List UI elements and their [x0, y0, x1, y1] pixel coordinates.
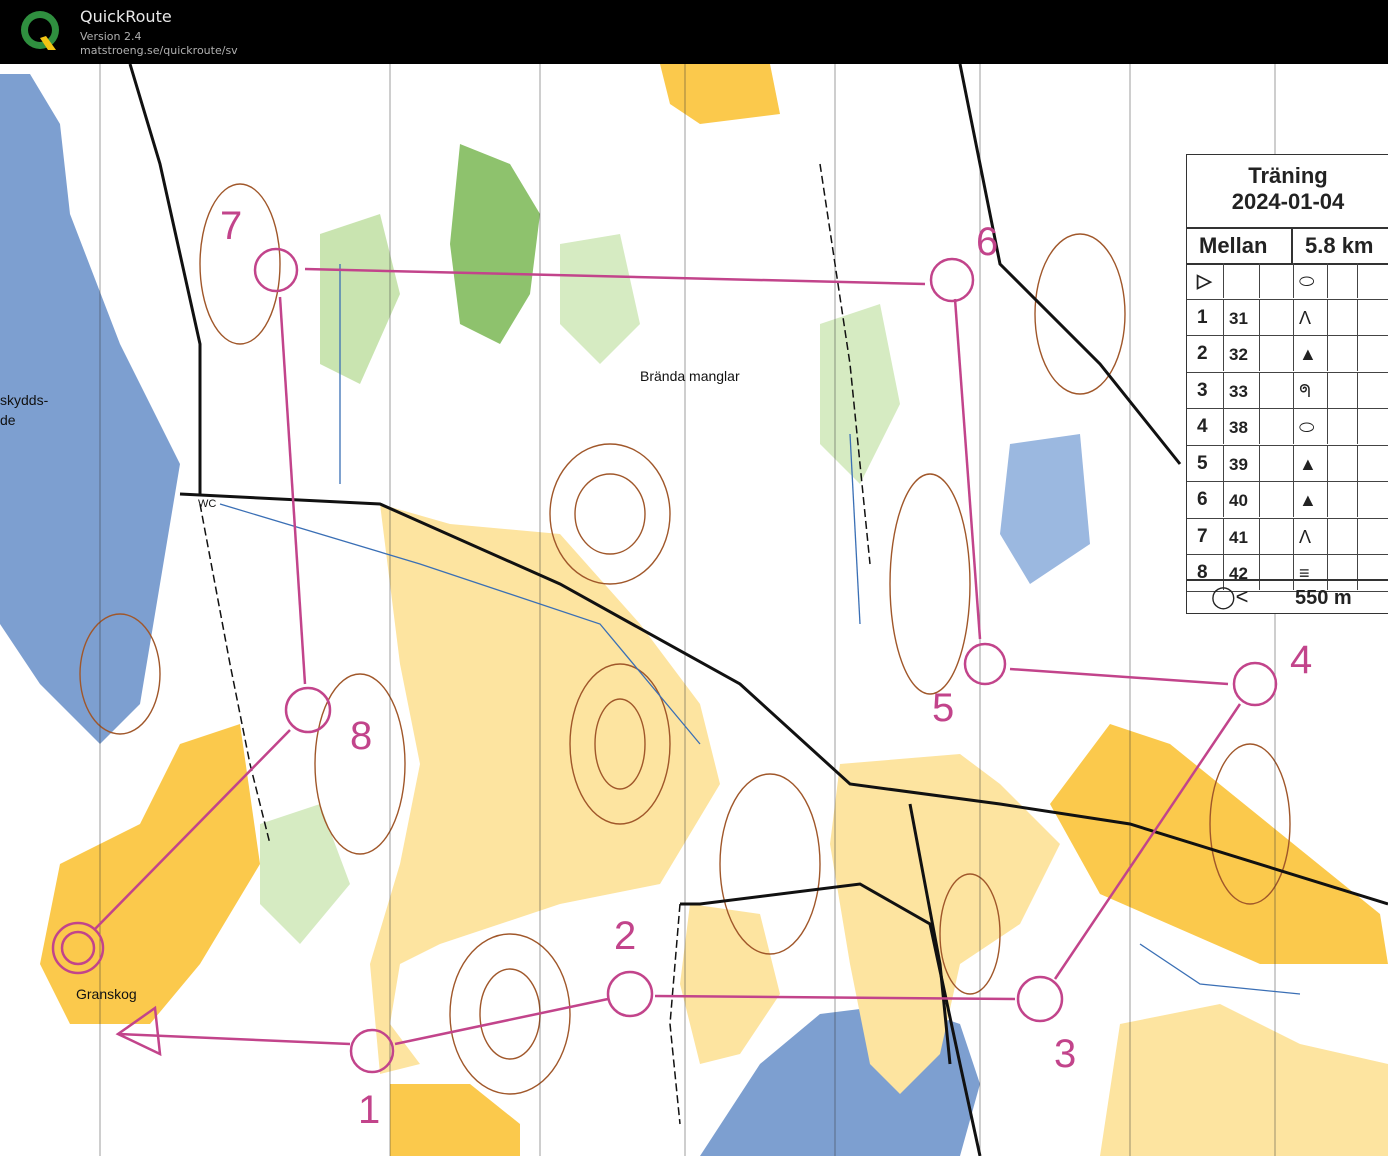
start-icon: ▷ — [1197, 271, 1212, 292]
control-circle-5 — [963, 642, 1007, 686]
legend-row-num: 4 — [1197, 416, 1208, 437]
legend-row-code: 38 — [1229, 418, 1248, 437]
green-area-3 — [560, 234, 640, 364]
rough-open-1 — [370, 504, 720, 1074]
legend-row: 6 40 ▲ — [1187, 482, 1388, 519]
path-2 — [669, 903, 681, 1125]
legend-row-num: 5 — [1197, 452, 1208, 474]
place-label-brända-manglar: Brända manglar — [640, 368, 740, 384]
control-number-7: 7 — [220, 204, 243, 248]
legend-row: 2 32 ▲ — [1187, 336, 1388, 373]
contour-12 — [889, 473, 971, 695]
app-title: QuickRoute — [80, 7, 172, 26]
legend-row: 3 33 ᖗ — [1187, 372, 1388, 409]
legend-row-num: 3 — [1197, 379, 1208, 401]
legend-class-row: Mellan 5.8 km — [1187, 227, 1388, 265]
place-label-granskog: Granskog — [76, 986, 137, 1002]
legend-row: 4 38 ⬭ — [1187, 409, 1388, 446]
knoll-icon: ⬭ — [1299, 417, 1315, 437]
control-number-1: 1 — [358, 1088, 381, 1132]
start-feature-icon: ⬭ — [1299, 271, 1315, 291]
boulder-icon: ▲ — [1299, 490, 1317, 510]
legend-row-code: 31 — [1229, 308, 1248, 328]
title-bar: QuickRoute Version 2.4 matstroeng.se/qui… — [0, 0, 1388, 64]
map-canvas[interactable] — [0, 64, 1388, 1156]
contour-1 — [549, 443, 671, 585]
finish-icon: ◯< — [1211, 584, 1249, 609]
rough-open-4 — [1100, 1004, 1388, 1156]
control-circle-4 — [1232, 661, 1278, 707]
pond-east — [1000, 434, 1090, 584]
legend-divider — [1291, 229, 1293, 263]
rough-open-2 — [680, 904, 780, 1064]
control-number-3: 3 — [1054, 1032, 1077, 1076]
leg-1-2 — [394, 997, 609, 1046]
place-label-de: de — [0, 412, 16, 428]
control-circle-7 — [253, 247, 299, 293]
legend-row-code: 33 — [1229, 381, 1248, 401]
contour-2 — [574, 473, 646, 555]
leg-7-8 — [278, 296, 307, 685]
control-circle-3 — [1016, 975, 1064, 1023]
leg-4-5 — [1009, 667, 1229, 686]
legend-row-code: 39 — [1229, 454, 1248, 474]
legend-start-row: ▷ ⬭ — [1187, 263, 1388, 300]
control-number-6: 6 — [976, 220, 999, 264]
legend-row-num: 6 — [1197, 489, 1208, 510]
legend-rows: ▷ ⬭ 1 31 Ʌ 2 32 ▲ 3 33 ᖗ 4 38 ⬭ 5 39 ▲ 6… — [1187, 263, 1388, 592]
quickroute-logo-icon — [21, 11, 59, 50]
finish-distance: 550 m — [1295, 587, 1352, 609]
reentrant-icon: Ʌ — [1299, 526, 1312, 547]
legend-row-num: 1 — [1197, 306, 1208, 328]
legend-class-name: Mellan — [1199, 233, 1268, 258]
green-area-5 — [260, 804, 350, 944]
legend-row-num: 7 — [1197, 525, 1208, 547]
control-circle-2 — [606, 970, 654, 1018]
legend-title: Träning — [1248, 163, 1328, 188]
leg-start-1 — [117, 1032, 351, 1046]
green-area-2 — [320, 214, 400, 384]
legend-course-length: 5.8 km — [1305, 233, 1374, 258]
legend-row: 7 41 Ʌ — [1187, 518, 1388, 555]
legend-row-code: 40 — [1229, 491, 1248, 510]
legend-date: 2024-01-04 — [1231, 189, 1345, 214]
orienteering-map[interactable]: 1 2 3 4 5 6 7 8 Brända manglar Granskog … — [0, 64, 1388, 1156]
legend-header: Träning 2024-01-04 — [1187, 155, 1388, 235]
contour-6 — [449, 933, 571, 1095]
legend-row-code: 41 — [1229, 527, 1248, 547]
app-version: Version 2.4 — [80, 30, 142, 43]
control-number-8: 8 — [350, 714, 373, 758]
open-field-1 — [660, 64, 780, 124]
green-area-1 — [450, 144, 540, 344]
open-field-3 — [1050, 724, 1388, 964]
wc-label: WC — [198, 498, 217, 510]
legend-row: 5 39 ▲ — [1187, 445, 1388, 482]
place-label-skydds: skydds- — [0, 392, 49, 408]
legend-row: 1 31 Ʌ — [1187, 299, 1388, 336]
control-number-2: 2 — [614, 914, 637, 958]
reentrant-icon: Ʌ — [1299, 307, 1312, 328]
control-description-sheet: Träning 2024-01-04 Mellan 5.8 km ▷ ⬭ 1 3… — [1186, 154, 1388, 614]
open-field-4 — [390, 1084, 520, 1156]
control-circle-6 — [929, 257, 975, 303]
app-url: matstroeng.se/quickroute/sv — [80, 44, 238, 57]
control-number-4: 4 — [1290, 638, 1313, 682]
lake-west — [0, 74, 180, 744]
contour-10 — [719, 773, 821, 955]
legend-row-code: 32 — [1229, 345, 1248, 364]
legend-row-num: 2 — [1197, 343, 1208, 364]
boulder-icon: ▲ — [1299, 453, 1317, 474]
boulder-icon: ▲ — [1299, 344, 1317, 364]
leg-5-6 — [953, 298, 982, 640]
spur-icon: ᖗ — [1299, 380, 1311, 401]
control-number-5: 5 — [932, 686, 955, 730]
legend-finish-row: ◯< 550 m — [1187, 579, 1388, 615]
